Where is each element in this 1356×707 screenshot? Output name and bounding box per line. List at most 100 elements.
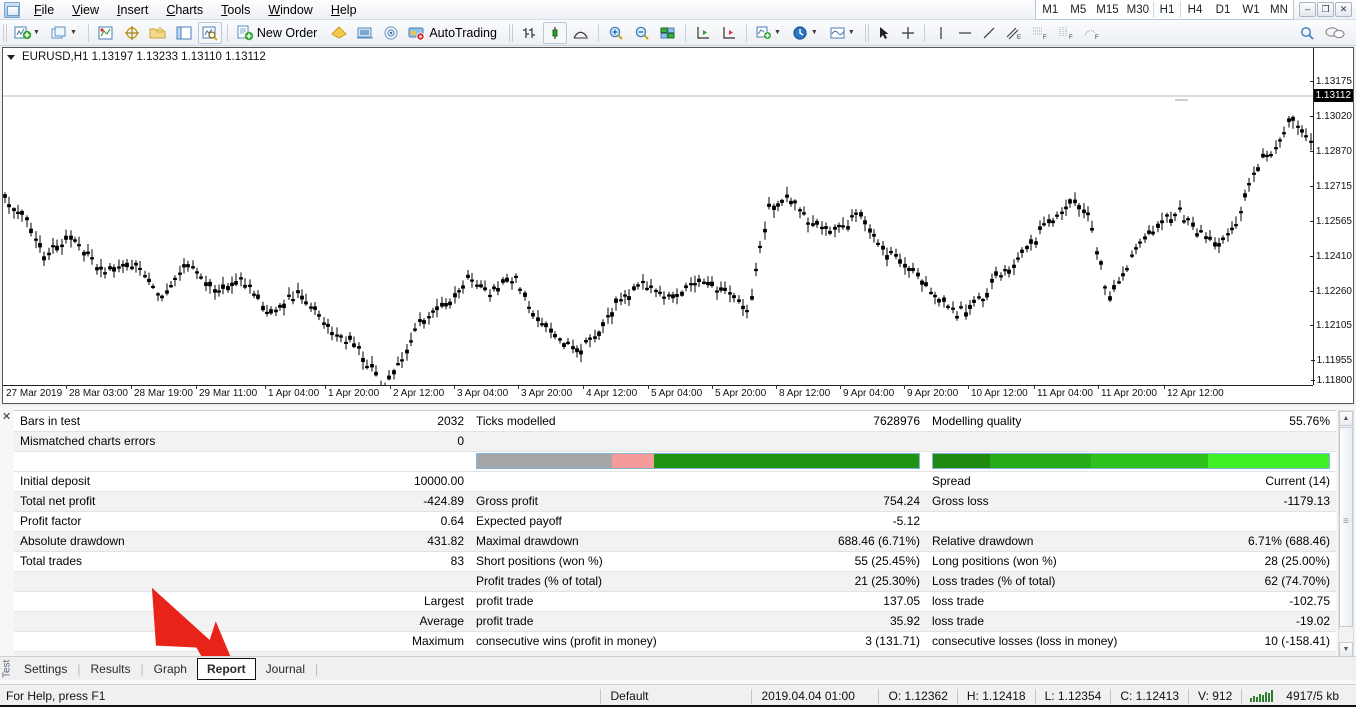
tab-journal[interactable]: Journal	[256, 658, 315, 680]
navigator-button[interactable]	[146, 22, 170, 44]
time-tick: 2 Apr 12:00	[390, 385, 444, 399]
report-table-container[interactable]: Bars in test 2032 Ticks modelled 7628976 Mod…	[14, 410, 1336, 658]
fibonacci-fan-button[interactable]: F	[1054, 22, 1078, 44]
chat-button[interactable]	[1321, 22, 1349, 44]
table-row[interactable]: Mismatched charts errors 0	[14, 431, 1336, 452]
timeframe-d1[interactable]: D1	[1209, 2, 1237, 18]
report-value-left: -424.89	[304, 491, 470, 512]
table-row[interactable]: Total net profit -424.89 Gross profit 754.2…	[14, 491, 1336, 512]
minimize-button[interactable]: –	[1299, 2, 1316, 17]
bar-chart-button[interactable]	[517, 22, 541, 44]
toolbar-grip-3[interactable]	[864, 23, 869, 42]
chart-shift-button[interactable]	[717, 22, 741, 44]
indicators-caret-icon[interactable]: ▼	[773, 29, 784, 36]
report-value-right: 62 (74.70%)	[1176, 571, 1336, 592]
table-row[interactable]: Profit factor 0.64 Expected payoff -5.12	[14, 511, 1336, 532]
scroll-up-button[interactable]: ▲	[1339, 411, 1353, 426]
menu-tools[interactable]: Tools	[212, 1, 259, 19]
horizontal-line-button[interactable]	[954, 22, 976, 44]
connection-signal-icon[interactable]	[1242, 690, 1277, 702]
timeframe-m30[interactable]: M30	[1123, 2, 1153, 18]
cursor-button[interactable]	[873, 22, 895, 44]
table-row[interactable]: Total trades 83 Short positions (won %) 55 …	[14, 551, 1336, 572]
table-row[interactable]: Average profit trade 35.92 loss trade -19.02	[14, 611, 1336, 632]
fibonacci-arc-icon: F	[1084, 29, 1099, 41]
market-watch-button[interactable]	[94, 22, 118, 44]
terminal-button[interactable]	[172, 22, 196, 44]
timeframe-m5[interactable]: M5	[1064, 2, 1092, 18]
periods-button[interactable]: ▼	[789, 22, 824, 44]
profiles-button[interactable]: ▼	[48, 22, 83, 44]
tab-report[interactable]: Report	[196, 657, 256, 680]
table-row[interactable]: Absolute drawdown 431.82 Maximal drawdown 6…	[14, 531, 1336, 552]
table-row[interactable]: Initial deposit 10000.00 Spread Current (14…	[14, 471, 1336, 492]
table-row[interactable]: Bars in test 2032 Ticks modelled 7628976 Mod…	[14, 411, 1336, 432]
signals-button[interactable]	[379, 22, 403, 44]
maximize-button[interactable]: ❐	[1317, 2, 1334, 17]
zoom-out-button[interactable]	[630, 22, 654, 44]
menu-help[interactable]: Help	[322, 1, 366, 19]
equidistant-channel-button[interactable]: E	[1002, 22, 1026, 44]
search-button[interactable]	[1295, 22, 1319, 44]
fibonacci-retracement-button[interactable]: F	[1028, 22, 1052, 44]
tab-results[interactable]: Results	[80, 658, 140, 680]
menu-charts[interactable]: Charts	[157, 1, 212, 19]
menu-file[interactable]: File	[25, 1, 63, 19]
profiles-caret-icon[interactable]: ▼	[69, 29, 80, 36]
tab-graph[interactable]: Graph	[144, 658, 197, 680]
cursor-icon	[879, 26, 889, 39]
strategy-tester-button[interactable]	[197, 21, 222, 44]
templates-caret-icon[interactable]: ▼	[847, 29, 858, 36]
timeframe-h4[interactable]: H4	[1181, 2, 1209, 18]
metaeditor-button[interactable]	[327, 22, 351, 44]
tile-windows-button[interactable]	[656, 22, 680, 44]
templates-button[interactable]: ▼	[826, 22, 861, 44]
indicators-button[interactable]: ▼	[752, 22, 787, 44]
chart-shift-icon	[723, 26, 735, 39]
price-chart-panel[interactable]: EURUSD,H1 1.13197 1.13233 1.13110 1.1311…	[2, 47, 1354, 404]
close-button[interactable]: ✕	[1335, 2, 1352, 17]
autotrading-button[interactable]: AutoTrading	[405, 22, 505, 44]
toolbar-grip[interactable]	[3, 23, 7, 42]
timeframe-w1[interactable]: W1	[1237, 2, 1265, 18]
data-window-button[interactable]	[120, 22, 144, 44]
modelling-quality-bar	[932, 453, 1330, 469]
menu-window[interactable]: Window	[259, 1, 321, 19]
zoom-in-button[interactable]	[604, 22, 628, 44]
timeframe-m1[interactable]: M1	[1036, 2, 1064, 18]
fibonacci-arc-button[interactable]: F	[1080, 22, 1104, 44]
price-axis[interactable]: 1.13175 1.13112 1.13020 1.12870 1.12715 …	[1309, 48, 1353, 386]
vertical-line-button[interactable]	[930, 22, 952, 44]
new-order-label: New Order	[256, 25, 318, 40]
vertical-line-icon	[940, 26, 942, 39]
timeframe-mn[interactable]: MN	[1265, 2, 1293, 18]
menu-insert[interactable]: Insert	[108, 1, 157, 19]
timeframe-h1[interactable]: H1	[1153, 1, 1181, 18]
candlestick-chart[interactable]	[3, 48, 1313, 385]
crosshair-button[interactable]	[897, 22, 919, 44]
table-row[interactable]: Maximum consecutive wins (profit in money…	[14, 631, 1336, 652]
line-chart-button[interactable]	[569, 22, 593, 44]
menu-view[interactable]: View	[63, 1, 108, 19]
auto-scroll-button[interactable]	[691, 22, 715, 44]
new-order-button[interactable]: New Order	[233, 22, 325, 44]
report-vertical-scrollbar[interactable]: ▲ ▼	[1338, 410, 1354, 658]
time-axis[interactable]: 27 Mar 2019 28 Mar 03:00 28 Mar 19:00 29…	[3, 385, 1313, 403]
chart-menu-triangle-icon[interactable]	[7, 54, 15, 60]
scroll-thumb[interactable]	[1339, 427, 1353, 627]
new-order-icon	[237, 25, 254, 40]
new-chart-button[interactable]: ▼	[11, 22, 46, 44]
expert-advisors-button[interactable]	[353, 22, 377, 44]
periods-caret-icon[interactable]: ▼	[810, 29, 821, 36]
timeframe-m15[interactable]: M15	[1092, 2, 1122, 18]
toolbar-grip-2[interactable]	[508, 23, 513, 42]
scroll-down-button[interactable]: ▼	[1339, 642, 1353, 657]
table-row[interactable]: Profit trades (% of total) 21 (25.30%) Los…	[14, 571, 1336, 592]
trendline-button[interactable]	[978, 22, 1000, 44]
candlestick-chart-button[interactable]	[542, 21, 567, 44]
table-row[interactable]: Largest profit trade 137.05 loss trade -102.…	[14, 591, 1336, 612]
tab-settings[interactable]: Settings	[14, 658, 77, 680]
tester-close-icon[interactable]: ✕	[2, 410, 11, 423]
status-profile[interactable]: Default	[601, 689, 751, 703]
new-chart-caret-icon[interactable]: ▼	[32, 29, 43, 36]
